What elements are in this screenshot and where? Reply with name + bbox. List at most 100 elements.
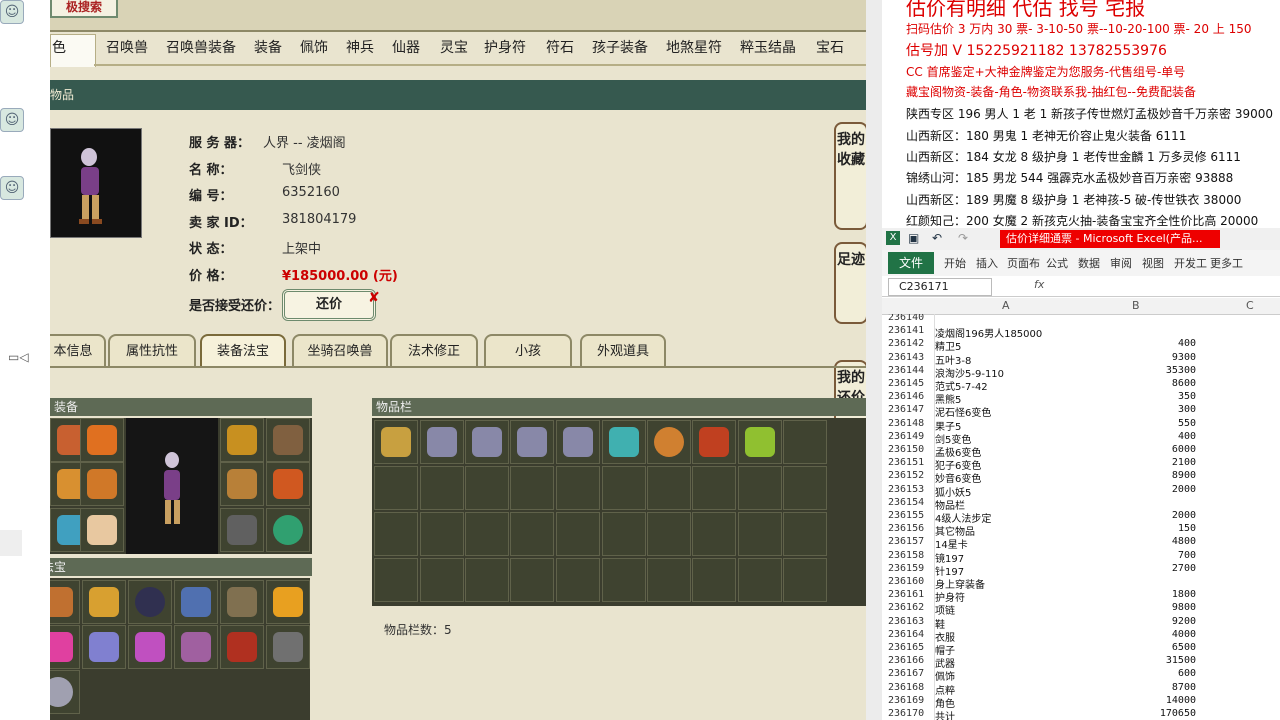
table-row[interactable]: 236150 孟极6变色 6000 bbox=[882, 444, 1280, 459]
table-row[interactable]: 236140 bbox=[882, 314, 1280, 325]
item-slot[interactable] bbox=[556, 420, 600, 464]
fabao-slot[interactable] bbox=[174, 580, 218, 624]
search-logo-tab[interactable]: 极搜索 bbox=[50, 0, 118, 18]
table-row[interactable]: 236165 帽子 6500 bbox=[882, 642, 1280, 657]
cell-b[interactable]: 2700 bbox=[1078, 563, 1196, 574]
cell-b[interactable]: 170650 bbox=[1078, 708, 1196, 719]
table-row[interactable]: 236153 狐小妖5 2000 bbox=[882, 484, 1280, 499]
item-slot[interactable] bbox=[420, 558, 464, 602]
equip-slot[interactable] bbox=[266, 462, 310, 506]
table-row[interactable]: 236160 身上穿装备 bbox=[882, 576, 1280, 591]
cell-b[interactable]: 300 bbox=[1078, 404, 1196, 415]
undo-icon[interactable]: ↶ bbox=[932, 231, 942, 245]
item-slot[interactable] bbox=[692, 466, 736, 510]
equip-slot[interactable] bbox=[220, 462, 264, 506]
cell-b[interactable]: 550 bbox=[1078, 418, 1196, 429]
equip-slot[interactable] bbox=[80, 508, 124, 552]
fabao-slot[interactable] bbox=[128, 580, 172, 624]
item-slot[interactable] bbox=[692, 512, 736, 556]
cell-b[interactable]: 400 bbox=[1078, 431, 1196, 442]
subtab-child[interactable]: 小孩 bbox=[484, 334, 572, 368]
item-slot[interactable] bbox=[510, 420, 554, 464]
table-row[interactable]: 236161 护身符 1800 bbox=[882, 589, 1280, 604]
item-slot[interactable] bbox=[602, 420, 646, 464]
cell-b[interactable]: 6500 bbox=[1078, 642, 1196, 653]
table-row[interactable]: 236170 共计 170650 bbox=[882, 708, 1280, 720]
item-slot[interactable] bbox=[465, 512, 509, 556]
table-row[interactable]: 236168 点粹 8700 bbox=[882, 682, 1280, 697]
table-row[interactable]: 236142 精卫5 400 bbox=[882, 338, 1280, 353]
cell-b[interactable]: 9200 bbox=[1078, 616, 1196, 627]
item-slot[interactable] bbox=[647, 466, 691, 510]
fabao-slot[interactable] bbox=[266, 625, 310, 669]
item-slot[interactable] bbox=[556, 466, 600, 510]
table-row[interactable]: 236162 项链 9800 bbox=[882, 602, 1280, 617]
my-favorites-button[interactable]: 我的收藏 bbox=[834, 122, 866, 230]
fabao-slot[interactable] bbox=[128, 625, 172, 669]
item-slot[interactable] bbox=[647, 512, 691, 556]
category-tab[interactable]: 仙器 bbox=[392, 34, 420, 62]
cell-b[interactable]: 8700 bbox=[1078, 682, 1196, 693]
category-tab[interactable]: 灵宝 bbox=[440, 34, 468, 62]
category-tab[interactable]: 佩饰 bbox=[300, 34, 328, 62]
category-tab[interactable]: 护身符 bbox=[484, 34, 526, 62]
item-slot[interactable] bbox=[738, 466, 782, 510]
item-slot[interactable] bbox=[647, 420, 691, 464]
table-row[interactable]: 236151 犯子6变色 2100 bbox=[882, 457, 1280, 472]
item-slot[interactable] bbox=[556, 558, 600, 602]
item-slot[interactable] bbox=[510, 558, 554, 602]
fabao-slot[interactable] bbox=[82, 580, 126, 624]
cell-b[interactable]: 14000 bbox=[1078, 695, 1196, 706]
table-row[interactable]: 236167 佩饰 600 bbox=[882, 668, 1280, 683]
item-slot[interactable] bbox=[374, 466, 418, 510]
cell-a[interactable]: 共计 bbox=[935, 708, 955, 720]
table-row[interactable]: 236152 妙音6变色 8900 bbox=[882, 470, 1280, 485]
fabao-slot[interactable] bbox=[220, 580, 264, 624]
cell-b[interactable]: 9800 bbox=[1078, 602, 1196, 613]
table-row[interactable]: 236159 针197 2700 bbox=[882, 563, 1280, 578]
cat-icon[interactable]: ☺ bbox=[0, 176, 24, 200]
item-slot[interactable] bbox=[374, 558, 418, 602]
item-slot[interactable] bbox=[556, 512, 600, 556]
cell-b[interactable]: 2000 bbox=[1078, 484, 1196, 495]
table-row[interactable]: 236156 其它物品 150 bbox=[882, 523, 1280, 538]
equip-slot[interactable] bbox=[220, 508, 264, 552]
item-slot[interactable] bbox=[783, 420, 827, 464]
cell-b[interactable]: 4800 bbox=[1078, 536, 1196, 547]
category-tab[interactable]: 色 bbox=[52, 34, 66, 62]
item-slot[interactable] bbox=[692, 558, 736, 602]
table-row[interactable]: 236145 范式5-7-42 8600 bbox=[882, 378, 1280, 393]
ribbon-tab[interactable]: 开发工 bbox=[1174, 255, 1207, 271]
table-row[interactable]: 236169 角色 14000 bbox=[882, 695, 1280, 710]
subtab-mount-pet[interactable]: 坐骑召唤兽 bbox=[292, 334, 388, 368]
fabao-slot[interactable] bbox=[50, 670, 80, 714]
item-slot[interactable] bbox=[738, 558, 782, 602]
fabao-slot[interactable] bbox=[50, 625, 80, 669]
item-slot[interactable] bbox=[374, 420, 418, 464]
item-slot[interactable] bbox=[420, 420, 464, 464]
item-slot[interactable] bbox=[647, 558, 691, 602]
cell-b[interactable]: 400 bbox=[1078, 338, 1196, 349]
category-tab[interactable]: 宝石 bbox=[816, 34, 844, 62]
cell-b[interactable]: 8600 bbox=[1078, 378, 1196, 389]
ribbon-tab[interactable]: 审阅 bbox=[1110, 255, 1132, 271]
redo-icon[interactable]: ↷ bbox=[958, 231, 968, 245]
fabao-slot[interactable] bbox=[50, 580, 80, 624]
ribbon-tab[interactable]: 视图 bbox=[1142, 255, 1164, 271]
fabao-slot[interactable] bbox=[174, 625, 218, 669]
fabao-slot[interactable] bbox=[82, 625, 126, 669]
cell-b[interactable]: 350 bbox=[1078, 391, 1196, 402]
cell-b[interactable]: 9300 bbox=[1078, 352, 1196, 363]
cell-b[interactable]: 150 bbox=[1078, 523, 1196, 534]
item-slot[interactable] bbox=[783, 558, 827, 602]
footprint-button[interactable]: 足迹 bbox=[834, 242, 866, 324]
item-slot[interactable] bbox=[374, 512, 418, 556]
table-row[interactable]: 236155 4级人法步定 2000 bbox=[882, 510, 1280, 525]
subtab-equipment[interactable]: 装备法宝 bbox=[200, 334, 286, 368]
table-row[interactable]: 236149 剑5变色 400 bbox=[882, 431, 1280, 446]
item-slot[interactable] bbox=[465, 420, 509, 464]
cell-b[interactable]: 1800 bbox=[1078, 589, 1196, 600]
table-row[interactable]: 236154 物品栏 bbox=[882, 497, 1280, 512]
item-slot[interactable] bbox=[738, 512, 782, 556]
cell-b[interactable]: 8900 bbox=[1078, 470, 1196, 481]
